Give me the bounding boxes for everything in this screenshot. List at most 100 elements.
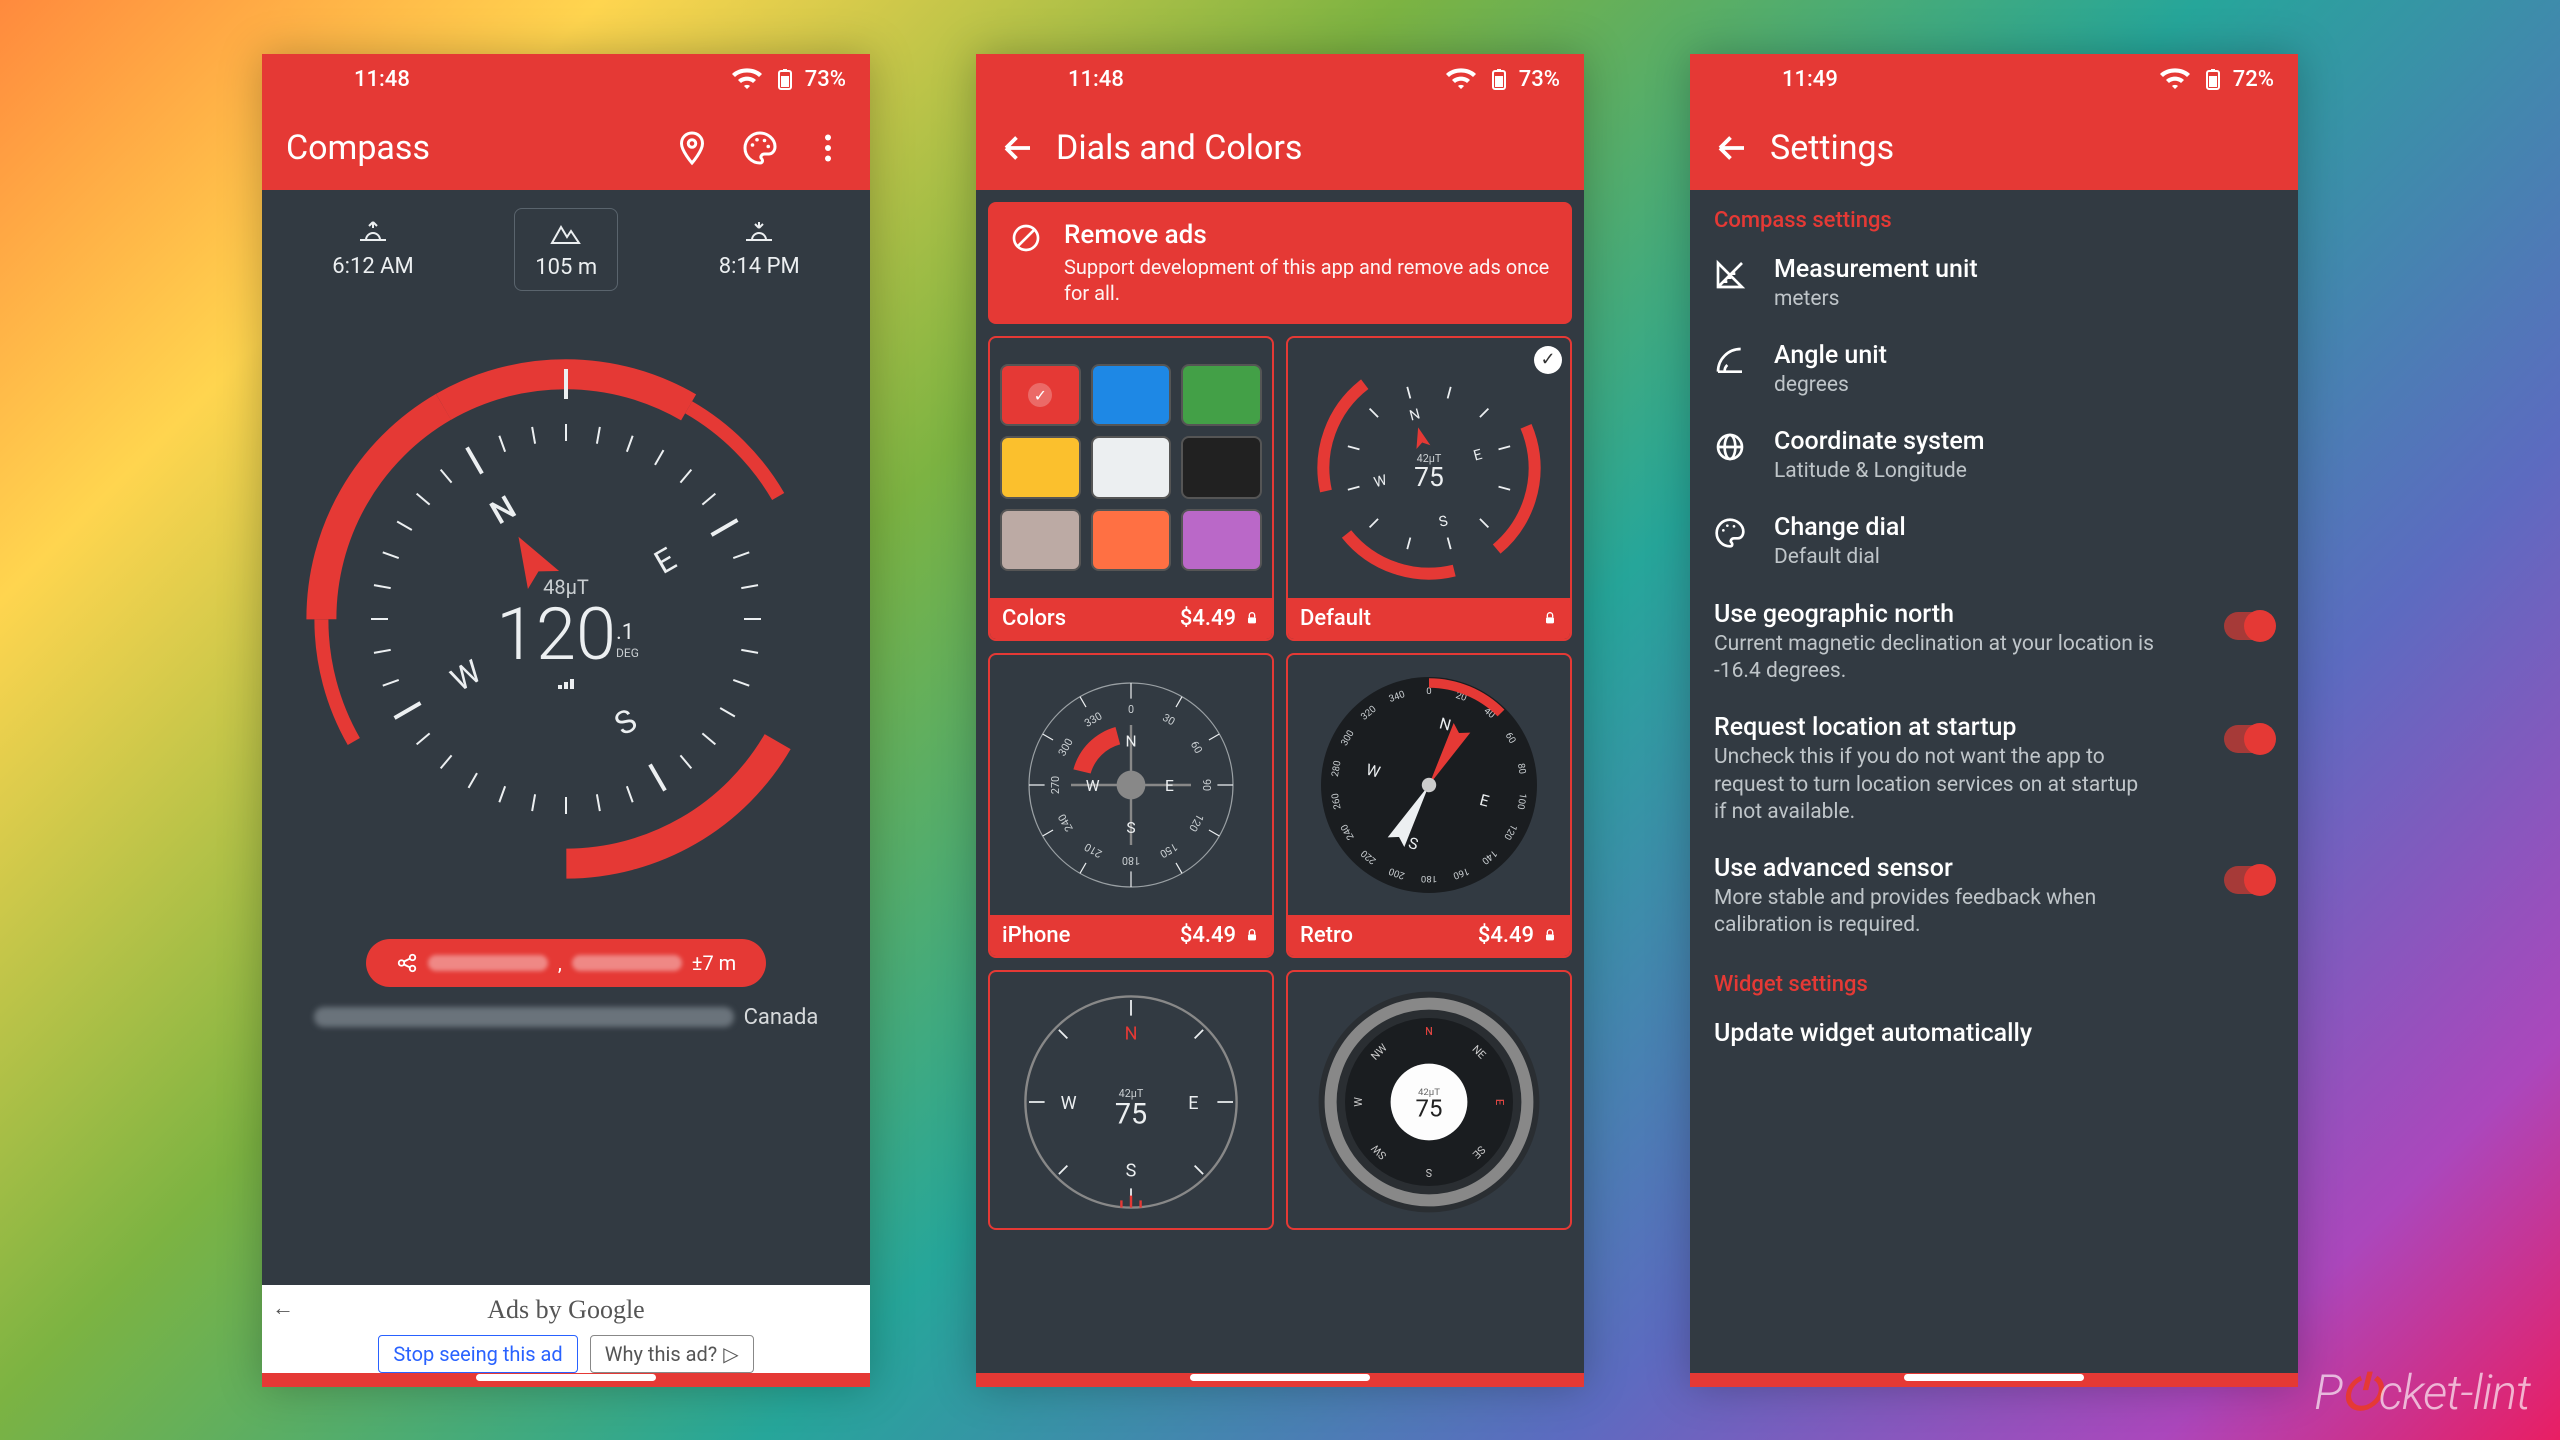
status-bar: 11:48 73% [976,54,1584,106]
svg-text:80: 80 [1515,762,1528,775]
nav-handle[interactable] [476,1374,656,1381]
selected-check-icon: ✓ [1534,346,1562,374]
swatch-black[interactable] [1181,436,1262,498]
colors-card[interactable]: Colors$4.49 [988,336,1274,641]
altitude-value: 105 m [535,255,597,280]
swatch-purple[interactable] [1181,509,1262,571]
dial-card-partial-1[interactable]: N E S W 42µT 75 [988,970,1274,1230]
svg-text:210: 210 [1082,840,1104,860]
toggle-request-location[interactable] [2224,725,2274,753]
more-vert-icon[interactable] [810,130,846,166]
svg-text:150: 150 [1158,840,1180,860]
phone-compass: 11:48 73% Compass 6:12 AM 105 m [262,54,870,1387]
svg-text:75: 75 [1115,1097,1147,1131]
no-ads-icon [1010,220,1042,256]
svg-text:E: E [1493,1098,1506,1104]
sunrise-item[interactable]: 6:12 AM [312,208,433,291]
sunrise-value: 6:12 AM [332,254,413,279]
section-widget-settings: Widget settings [1690,954,2298,1005]
altitude-item[interactable]: 105 m [514,208,618,291]
svg-text:S: S [1437,512,1450,531]
svg-text:N: N [1408,405,1422,424]
svg-text:S: S [608,700,643,742]
setting-change-dial[interactable]: Change dialDefault dial [1690,499,2298,585]
back-arrow-icon[interactable] [1714,130,1750,166]
retro-dial-preview: 0204060801001201401601802002202402602803… [1309,665,1549,905]
location-chip[interactable]: , ±7 m [366,939,766,987]
svg-text:S: S [1126,1160,1137,1181]
svg-text:N: N [1425,1024,1433,1037]
default-dial-preview: N E S W 42µT 75 [1309,348,1549,588]
location-accuracy: ±7 m [692,951,736,975]
svg-text:30: 30 [1160,710,1177,727]
dial-preview: NNEESESSWWNW NE 42µT 75 [1309,982,1549,1222]
setting-geographic-north[interactable]: Use geographic northCurrent magnetic dec… [1690,586,2298,700]
app-bar: Settings [1690,106,2298,190]
svg-text:120: 120 [1186,811,1206,833]
palette-icon[interactable] [742,130,778,166]
toggle-geographic-north[interactable] [2224,612,2274,640]
svg-text:75: 75 [1414,463,1444,493]
lock-icon [1244,610,1260,626]
swatch-white[interactable] [1091,436,1172,498]
svg-text:N: N [484,487,523,531]
svg-text:.1: .1 [616,620,634,645]
app-bar: Compass [262,106,870,190]
setting-coordinate-system[interactable]: Coordinate systemLatitude & Longitude [1690,413,2298,499]
sunset-value: 8:14 PM [719,254,800,279]
ad-bar: ← Ads by Google Stop seeing this ad Why … [262,1285,870,1387]
setting-measurement-unit[interactable]: Measurement unitmeters [1690,241,2298,327]
stop-ad-button[interactable]: Stop seeing this ad [378,1335,577,1373]
info-row: 6:12 AM 105 m 8:14 PM [262,190,870,309]
dial-preview: N E S W 42µT 75 [1011,982,1251,1222]
sunrise-icon [356,218,390,246]
wifi-icon [1443,62,1479,98]
swatch-blue[interactable] [1091,364,1172,426]
default-dial-card[interactable]: ✓ N E S W 42µT [1286,336,1572,641]
svg-text:E: E [648,539,683,581]
svg-text:W: W [1061,1093,1077,1114]
compass-face[interactable]: N E S W 48µT 120 .1 DEG [286,339,846,899]
why-ad-button[interactable]: Why this ad?▷ [590,1335,754,1373]
swatch-coral[interactable] [1091,509,1172,571]
swatch-green[interactable] [1181,364,1262,426]
status-bar: 11:48 73% [262,54,870,106]
location-pin-icon[interactable] [674,130,710,166]
globe-icon [1714,431,1746,463]
svg-text:W: W [444,652,488,699]
iphone-dial-preview: 0306090120150180210240270300330 N E S W [1011,665,1251,905]
nav-handle[interactable] [1190,1374,1370,1381]
svg-text:N: N [1125,732,1136,750]
retro-dial-card[interactable]: 0204060801001201401601802002202402602803… [1286,653,1572,958]
back-arrow-icon[interactable] [1000,130,1036,166]
status-time: 11:48 [354,67,410,92]
battery-icon [1487,68,1511,92]
lock-icon [1542,927,1558,943]
toggle-advanced-sensor[interactable] [2224,866,2274,894]
ad-back-icon[interactable]: ← [272,1295,294,1321]
dial-card-partial-2[interactable]: NNEESESSWWNW NE 42µT 75 [1286,970,1572,1230]
watermark: P⏻cket-lint [2314,1364,2530,1422]
nav-handle[interactable] [1904,1374,2084,1381]
setting-angle-unit[interactable]: Angle unitdegrees [1690,327,2298,413]
setting-advanced-sensor[interactable]: Use advanced sensorMore stable and provi… [1690,840,2298,954]
location-country: Canada [744,1005,819,1030]
svg-text:270: 270 [1049,775,1062,793]
svg-text:75: 75 [1416,1094,1443,1122]
iphone-dial-card[interactable]: 0306090120150180210240270300330 N E S W [988,653,1274,958]
sunset-item[interactable]: 8:14 PM [699,208,820,291]
remove-ads-banner[interactable]: Remove ads Support development of this a… [988,202,1572,324]
setting-request-location[interactable]: Request location at startupUncheck this … [1690,699,2298,840]
svg-text:S: S [1126,819,1135,837]
svg-text:E: E [1472,445,1484,464]
heading-value: 120 [496,592,616,677]
sunset-icon [742,218,776,246]
svg-text:60: 60 [1188,738,1205,755]
svg-text:180: 180 [1421,873,1437,884]
swatch-tan[interactable] [1000,509,1081,571]
svg-text:300: 300 [1055,736,1075,758]
setting-update-widget[interactable]: Update widget automatically [1690,1005,2298,1062]
swatch-red[interactable] [1000,364,1081,426]
swatch-yellow[interactable] [1000,436,1081,498]
wifi-icon [2157,62,2193,98]
